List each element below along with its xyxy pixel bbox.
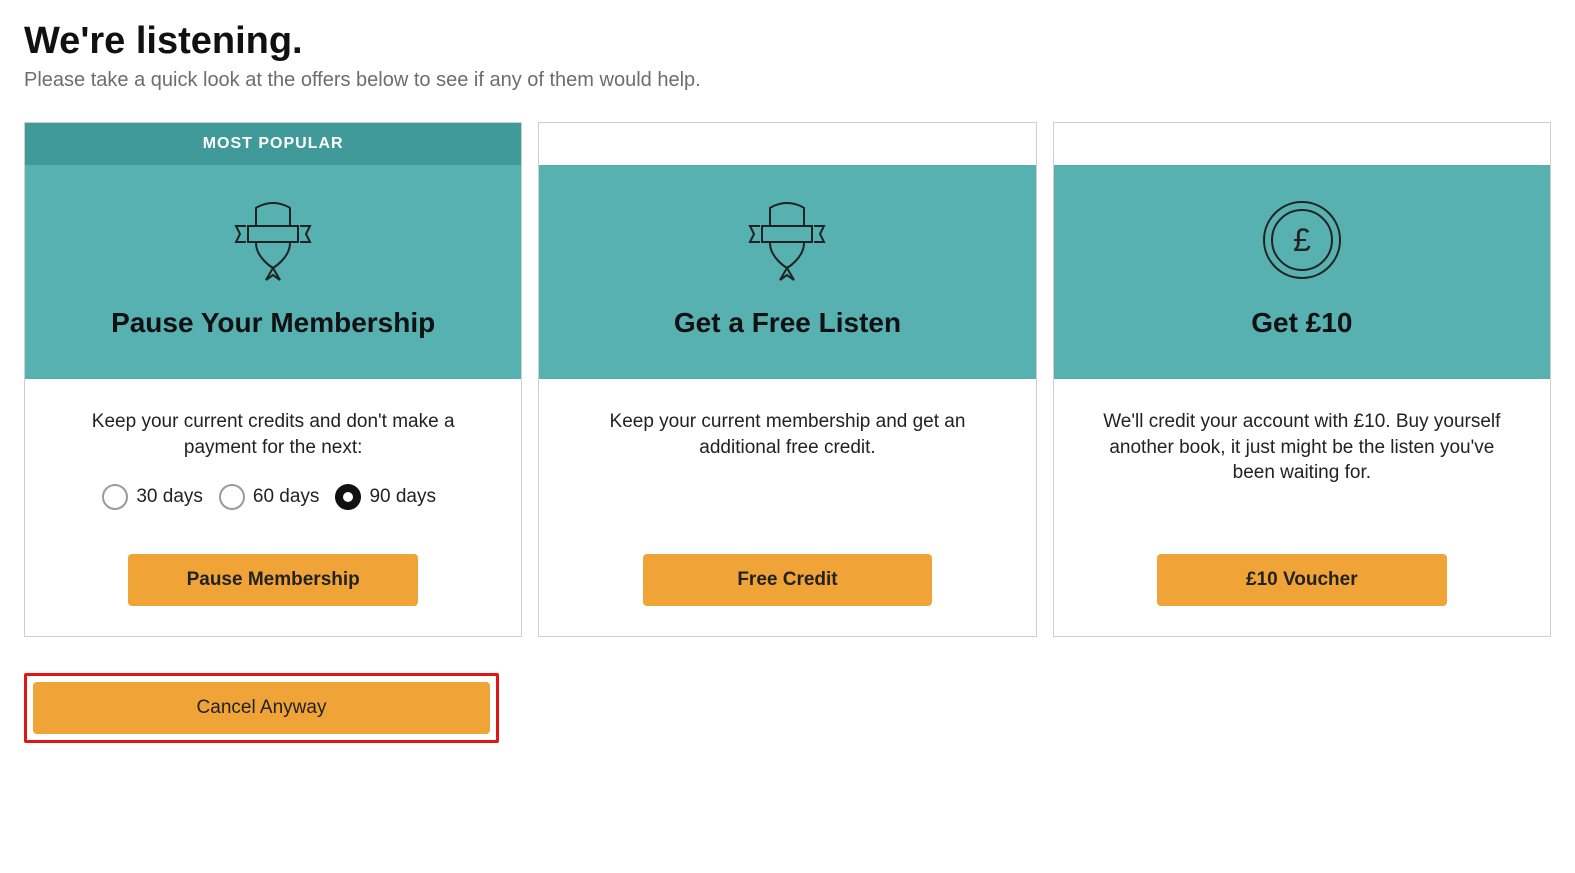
shield-ribbon-icon [45,195,501,285]
card-free-listen: . Get a Free Listen Keep your current me… [538,122,1036,637]
card-pause-title: Pause Your Membership [45,307,501,339]
radio-30-days[interactable] [102,484,128,510]
card-voucher-title: Get £10 [1074,307,1530,339]
offer-cards: MOST POPULAR Pause Your Membership Keep … [24,122,1551,637]
card-pause: MOST POPULAR Pause Your Membership Keep … [24,122,522,637]
card-free-listen-desc: Keep your current membership and get an … [574,409,1000,460]
card-pause-body: Keep your current credits and don't make… [25,379,521,636]
card-free-listen-header: Get a Free Listen [539,165,1035,379]
pound-coin-icon: £ [1074,195,1530,285]
radio-label-30-days: 30 days [136,486,203,508]
card-pause-header: Pause Your Membership [25,165,521,379]
card-voucher-body: We'll credit your account with £10. Buy … [1054,379,1550,636]
page-title: We're listening. [24,20,1551,63]
svg-text:£: £ [1293,222,1311,258]
most-popular-badge: MOST POPULAR [25,123,521,165]
card-voucher: . £ Get £10 We'll credit your account wi… [1053,122,1551,637]
page-subtitle: Please take a quick look at the offers b… [24,69,1551,92]
shield-ribbon-icon [559,195,1015,285]
card-voucher-desc: We'll credit your account with £10. Buy … [1089,409,1515,486]
radio-60-days[interactable] [219,484,245,510]
voucher-button[interactable]: £10 Voucher [1157,554,1447,606]
card-free-listen-body: Keep your current membership and get an … [539,379,1035,636]
pause-membership-button[interactable]: Pause Membership [128,554,418,606]
radio-90-days[interactable] [335,484,361,510]
card-free-listen-title: Get a Free Listen [559,307,1015,339]
radio-label-90-days: 90 days [369,486,436,508]
pause-duration-options: 30 days 60 days 90 days [60,484,486,510]
free-credit-button[interactable]: Free Credit [643,554,933,606]
card-voucher-header: £ Get £10 [1054,165,1550,379]
radio-label-60-days: 60 days [253,486,320,508]
cancel-anyway-button[interactable]: Cancel Anyway [33,682,490,734]
card-pause-desc: Keep your current credits and don't make… [60,409,486,460]
cancel-highlight: Cancel Anyway [24,673,499,743]
